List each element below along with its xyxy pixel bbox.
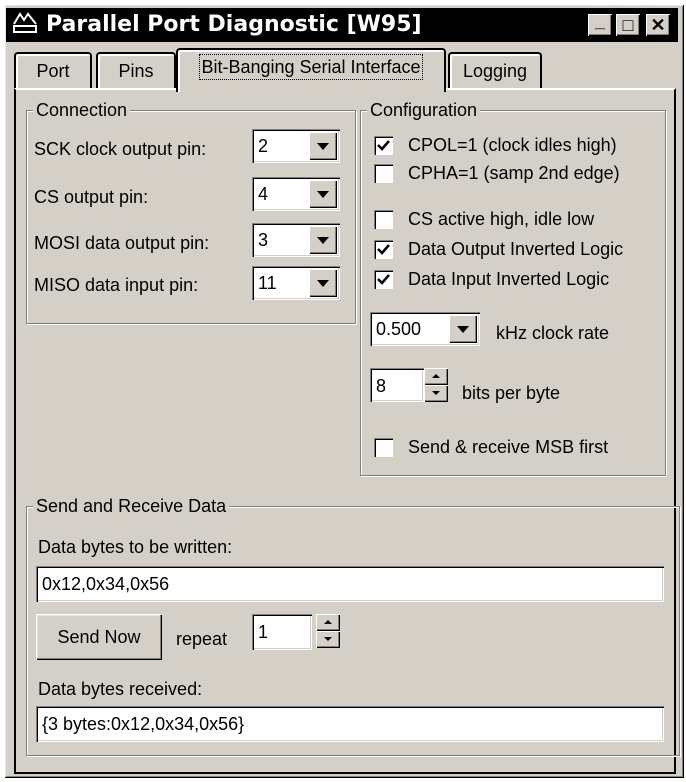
- maximize-icon: □: [622, 15, 634, 35]
- minimize-icon: _: [594, 11, 605, 31]
- cs-active-checkbox[interactable]: [374, 210, 393, 229]
- repeat-count-field[interactable]: 1: [252, 614, 312, 650]
- cs-pin-label: CS output pin:: [34, 187, 149, 207]
- connection-legend: Connection: [33, 99, 131, 121]
- data-output-inverted-checkbox[interactable]: [374, 240, 393, 259]
- tab-label: Logging: [462, 61, 528, 81]
- write-label: Data bytes to be written:: [38, 537, 233, 557]
- cpol-checkbox[interactable]: [374, 136, 393, 155]
- minimize-button[interactable]: _: [588, 11, 612, 36]
- cpol-label[interactable]: CPOL=1 (clock idles high): [408, 134, 617, 156]
- title-bar[interactable]: Parallel Port Diagnostic [W95] _ □ ✕: [6, 8, 678, 42]
- bits-per-byte-label: bits per byte: [462, 383, 561, 403]
- chevron-down-icon[interactable]: [309, 132, 337, 160]
- data-input-inverted-label[interactable]: Data Input Inverted Logic: [408, 268, 609, 290]
- tab-label: Pins: [118, 61, 154, 81]
- checkmark-icon: [377, 244, 390, 255]
- send-now-label: Send Now: [57, 627, 141, 647]
- maximize-button[interactable]: □: [616, 14, 640, 36]
- tab-logging[interactable]: Logging: [448, 52, 542, 90]
- received-label: Data bytes received:: [38, 679, 203, 699]
- cs-active-label[interactable]: CS active high, idle low: [408, 208, 594, 230]
- bits-per-byte-spinner[interactable]: [424, 368, 448, 402]
- tab-port[interactable]: Port: [14, 52, 92, 90]
- data-input-inverted-checkbox[interactable]: [374, 270, 393, 289]
- spin-up-icon[interactable]: [424, 368, 448, 385]
- cpha-checkbox[interactable]: [374, 164, 393, 183]
- repeat-label: repeat: [176, 629, 228, 649]
- chevron-down-icon[interactable]: [449, 315, 477, 343]
- spin-up-icon[interactable]: [316, 614, 340, 631]
- configuration-legend: Configuration: [367, 99, 481, 121]
- mosi-pin-select[interactable]: 3: [252, 223, 340, 257]
- received-bytes-value: {3 bytes:0x12,0x34,0x56}: [42, 714, 245, 734]
- spin-down-icon[interactable]: [316, 631, 340, 648]
- repeat-count-spinner[interactable]: [316, 614, 340, 648]
- chevron-down-icon[interactable]: [309, 269, 337, 297]
- tab-bit-banging-serial-interface[interactable]: Bit-Banging Serial Interface: [176, 48, 446, 92]
- miso-pin-select[interactable]: 11: [252, 266, 340, 300]
- data-output-inverted-label[interactable]: Data Output Inverted Logic: [408, 238, 623, 260]
- window-title: Parallel Port Diagnostic [W95]: [46, 12, 422, 37]
- clock-rate-select[interactable]: 0.500: [370, 312, 480, 346]
- close-button[interactable]: ✕: [646, 14, 670, 36]
- cpha-label[interactable]: CPHA=1 (samp 2nd edge): [408, 162, 620, 184]
- received-bytes-field[interactable]: {3 bytes:0x12,0x34,0x56}: [36, 706, 664, 742]
- sck-pin-label: SCK clock output pin:: [34, 139, 207, 159]
- send-now-button[interactable]: Send Now: [36, 614, 162, 660]
- send-receive-legend: Send and Receive Data: [33, 495, 230, 517]
- write-bytes-input[interactable]: 0x12,0x34,0x56: [36, 566, 664, 602]
- checkmark-icon: [377, 140, 390, 151]
- tab-label: Port: [36, 61, 70, 81]
- chevron-down-icon[interactable]: [309, 180, 337, 208]
- tab-label: Bit-Banging Serial Interface: [199, 54, 423, 80]
- parallel-port-app-icon: [12, 11, 38, 37]
- mosi-pin-label: MOSI data output pin:: [34, 233, 210, 253]
- bits-per-byte-value: 8: [376, 376, 387, 396]
- repeat-count-value: 1: [258, 622, 269, 642]
- sck-pin-select[interactable]: 2: [252, 129, 340, 163]
- cs-pin-select[interactable]: 4: [252, 177, 340, 211]
- spin-down-icon[interactable]: [424, 385, 448, 402]
- mosi-pin-value: 3: [258, 230, 269, 250]
- cs-pin-value: 4: [258, 184, 269, 204]
- miso-pin-value: 11: [258, 273, 277, 293]
- chevron-down-icon[interactable]: [309, 226, 337, 254]
- msb-first-label[interactable]: Send & receive MSB first: [408, 436, 608, 458]
- miso-pin-label: MISO data input pin:: [34, 275, 199, 295]
- clock-rate-label: kHz clock rate: [496, 323, 610, 343]
- msb-first-checkbox[interactable]: [374, 438, 393, 457]
- close-icon: ✕: [650, 15, 666, 35]
- clock-rate-value: 0.500: [376, 319, 422, 339]
- tab-pins[interactable]: Pins: [96, 52, 176, 90]
- sck-pin-value: 2: [258, 136, 269, 156]
- checkmark-icon: [377, 274, 390, 285]
- write-bytes-value: 0x12,0x34,0x56: [42, 574, 170, 594]
- bits-per-byte-field[interactable]: 8: [370, 368, 424, 402]
